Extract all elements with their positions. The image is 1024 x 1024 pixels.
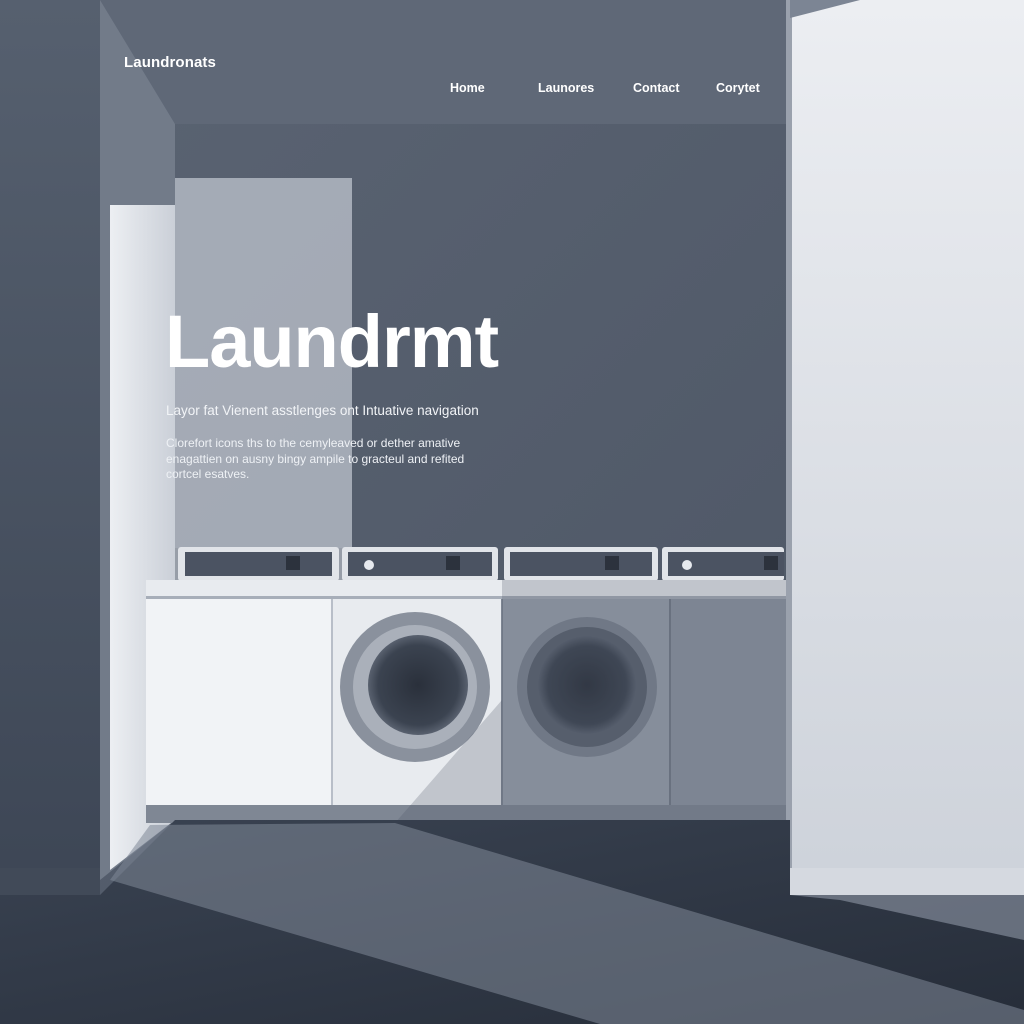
- nav-link-corytet[interactable]: Corytet: [716, 81, 760, 95]
- hero-title: Laundrmt: [165, 300, 499, 383]
- site-logo[interactable]: Laundronats: [124, 54, 216, 71]
- nav-link-launores[interactable]: Launores: [538, 81, 594, 95]
- website-overlay: Laundronats Home Launores Contact Coryte…: [0, 0, 1024, 1024]
- hero-description-line: cortcel esatves.: [166, 467, 250, 481]
- hero-description-line: enagattien on ausny bingy ampile to grac…: [166, 451, 465, 466]
- hero-description-line: Clorefort icons ths to the cemyleaved or…: [166, 436, 461, 450]
- hero-subtitle: Layor fat Vienent asstlenges ont Intuati…: [166, 403, 479, 418]
- hero-description: Clorefort icons ths to the cemyleaved or…: [166, 436, 516, 483]
- nav-link-contact[interactable]: Contact: [633, 81, 680, 95]
- nav-link-home[interactable]: Home: [450, 81, 485, 95]
